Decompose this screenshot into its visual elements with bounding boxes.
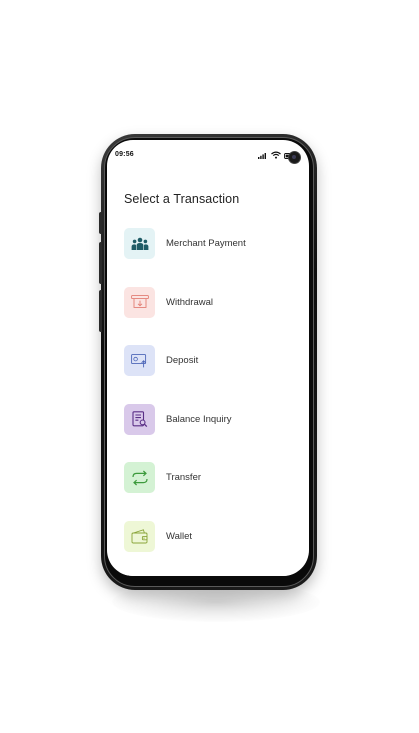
transfer-arrows-icon: [131, 470, 149, 486]
document-search-icon: [131, 410, 148, 428]
transaction-icon-box: [124, 228, 155, 259]
wifi-icon: [271, 146, 281, 164]
transaction-icon-box: [124, 403, 155, 435]
transaction-label: Merchant Payment: [166, 238, 246, 249]
screen-bottom-edge: [107, 572, 309, 576]
transaction-label: Withdrawal: [166, 296, 213, 308]
phone-screen: 09:56 Select a Transaction Merchant Paym…: [107, 140, 309, 576]
transaction-item-merchant-payment[interactable]: Merchant Payment: [124, 228, 304, 259]
transaction-icon-box: [124, 286, 155, 318]
phone-side-button: [99, 290, 102, 332]
transaction-list: Merchant Payment Withdrawal Deposit Bala…: [124, 228, 304, 576]
transaction-item-transfer[interactable]: Transfer: [124, 462, 304, 493]
cash-deposit-icon: [130, 353, 149, 368]
transaction-item-withdrawal[interactable]: Withdrawal: [124, 286, 304, 318]
stage: 09:56 Select a Transaction Merchant Paym…: [0, 0, 419, 733]
cash-withdraw-icon: [130, 295, 149, 309]
status-time: 09:56: [115, 151, 134, 158]
front-camera: [288, 151, 301, 164]
people-group-icon: [131, 237, 149, 251]
phone-frame: 09:56 Select a Transaction Merchant Paym…: [99, 134, 317, 590]
transaction-item-wallet[interactable]: Wallet: [124, 520, 304, 552]
transaction-label: Wallet: [166, 530, 193, 542]
transaction-label: Transfer: [166, 472, 202, 483]
signal-icon: [258, 146, 268, 164]
transaction-icon-box: [124, 345, 155, 376]
transaction-icon-box: [124, 462, 155, 493]
transaction-icon-box: [124, 520, 155, 552]
transaction-label: Balance Inquiry: [166, 413, 232, 425]
page-title: Select a Transaction: [124, 192, 240, 206]
phone-volume-up-button: [99, 212, 102, 234]
transaction-item-deposit[interactable]: Deposit: [124, 345, 304, 376]
transaction-label: Deposit: [166, 355, 199, 366]
wallet-icon: [131, 528, 149, 544]
transaction-item-balance-inquiry[interactable]: Balance Inquiry: [124, 403, 304, 435]
phone-volume-down-button: [99, 242, 102, 284]
status-bar: 09:56: [107, 140, 309, 170]
